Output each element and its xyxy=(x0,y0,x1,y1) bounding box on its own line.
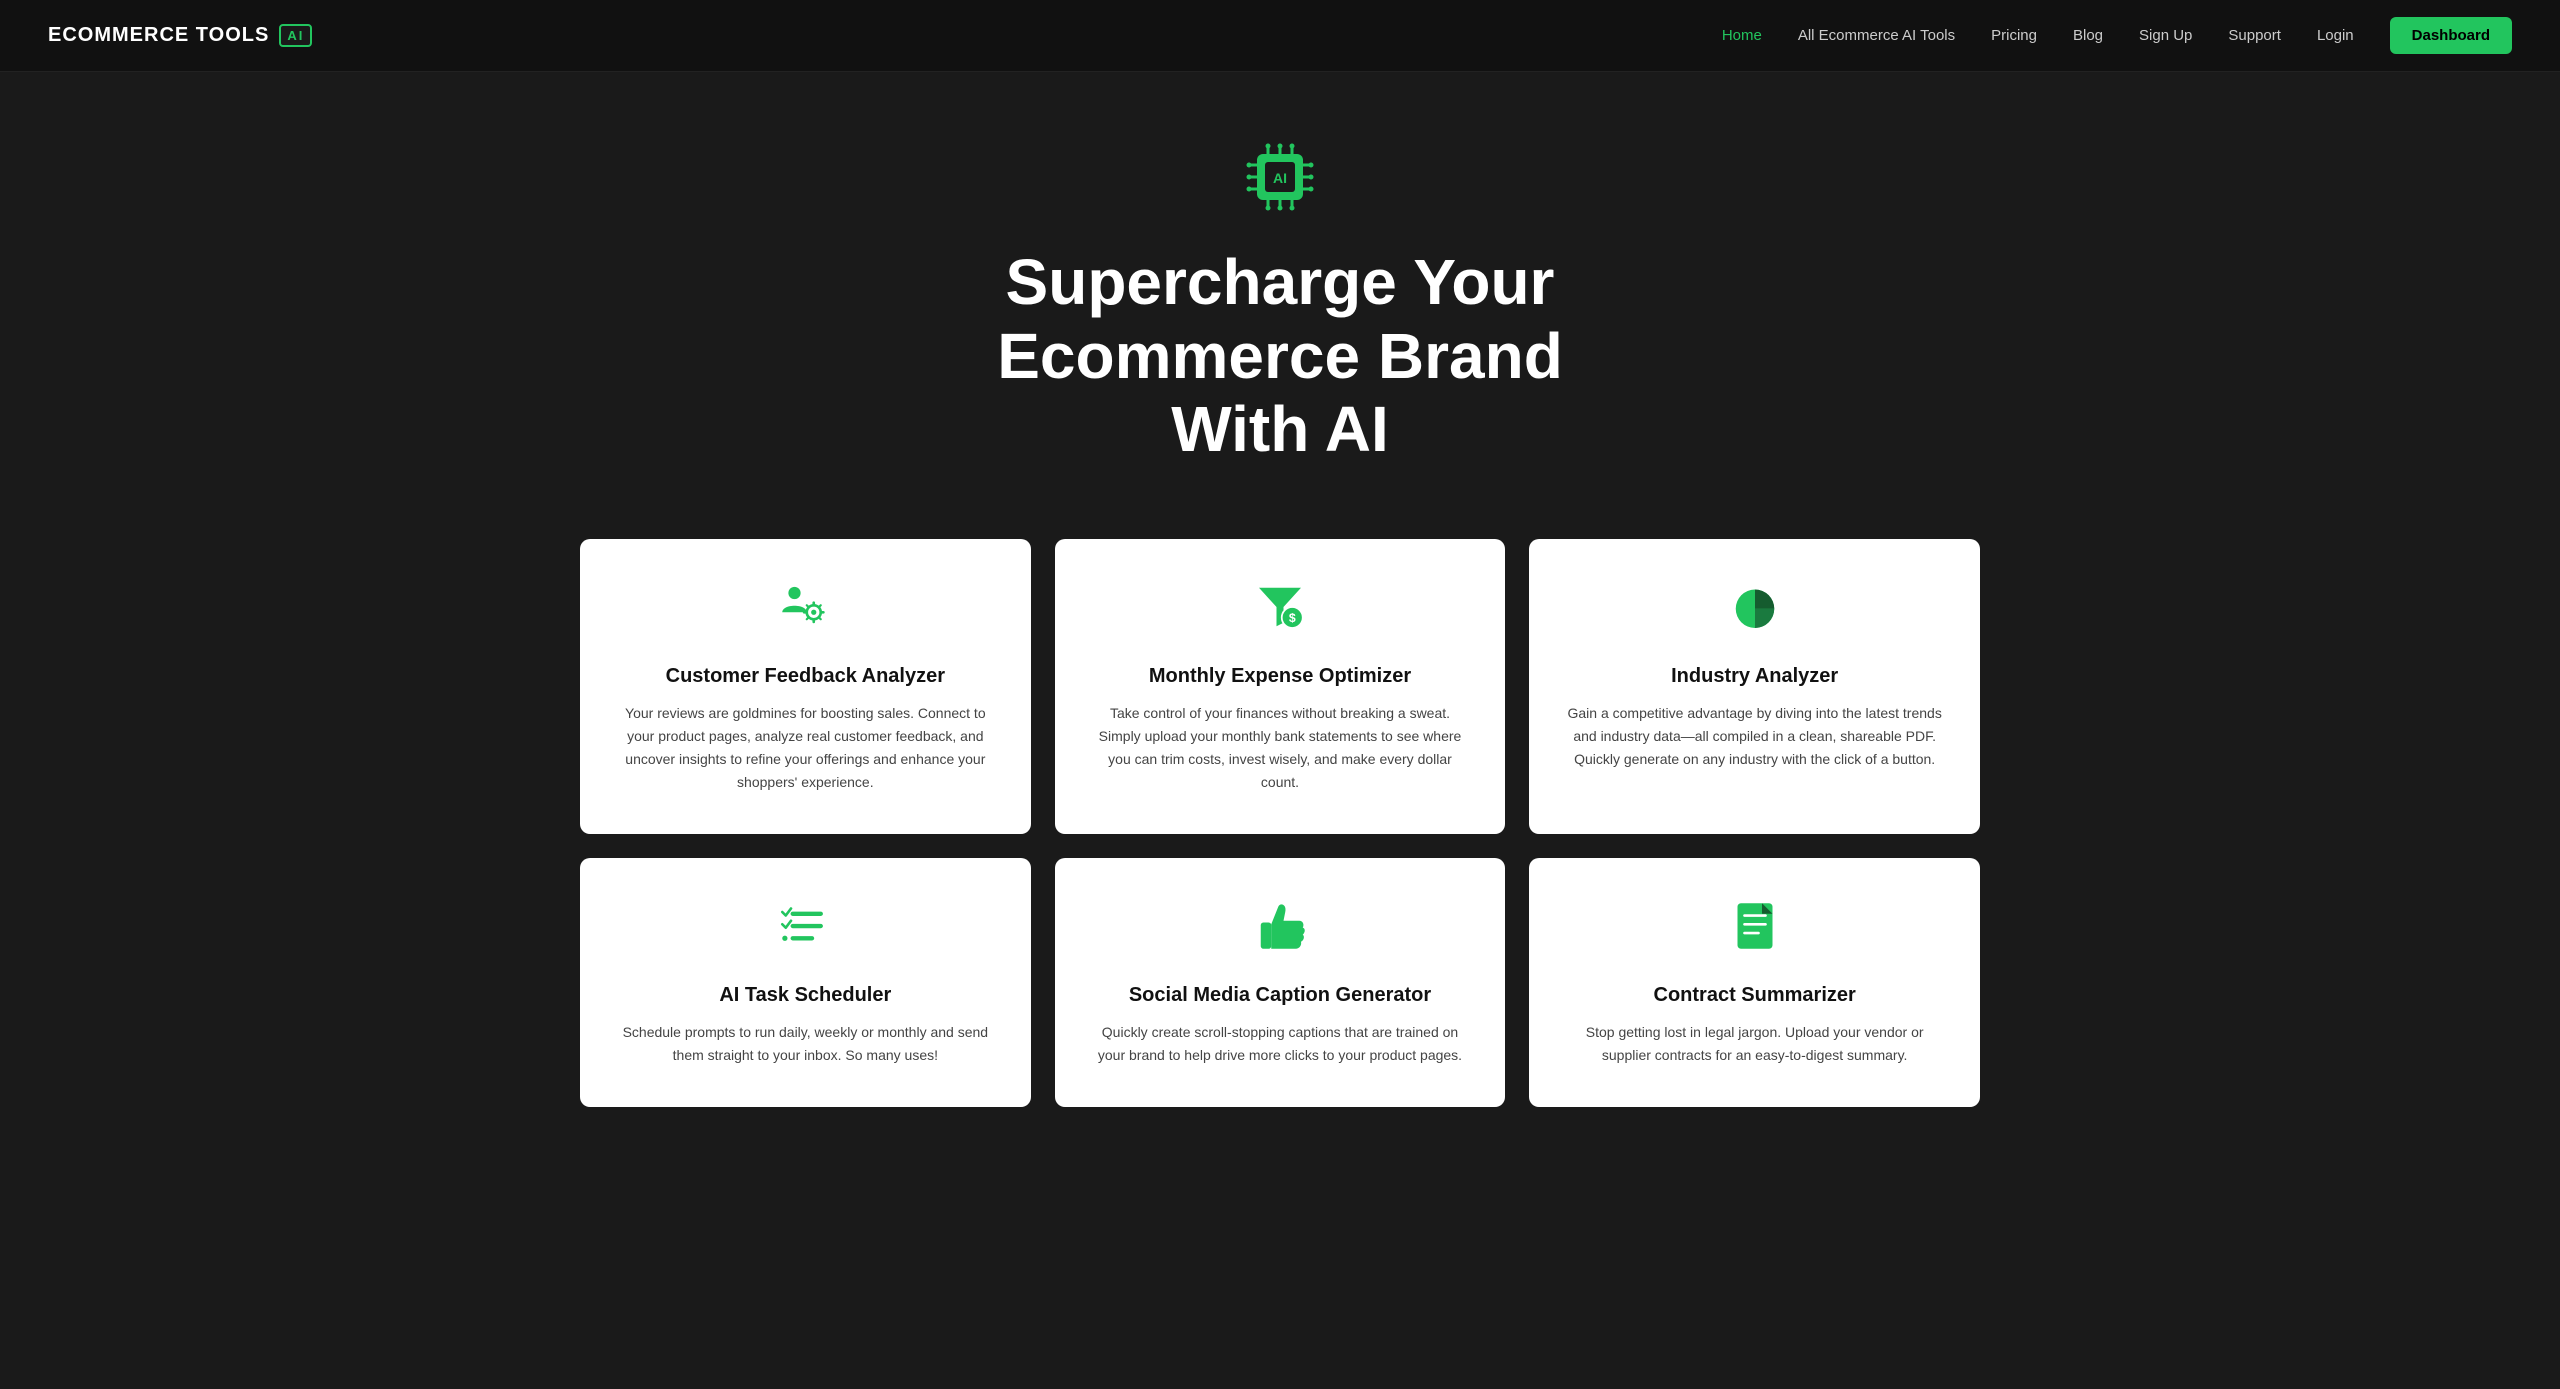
hero-title: Supercharge Your Ecommerce Brand With AI xyxy=(850,246,1710,467)
card-social-media-caption-desc: Quickly create scroll-stopping captions … xyxy=(1091,1021,1470,1067)
hero-section: AI xyxy=(0,72,2560,507)
thumbs-up-icon xyxy=(1252,898,1308,966)
card-contract-summarizer-title: Contract Summarizer xyxy=(1654,984,1856,1007)
logo[interactable]: ECOMMERCE TOOLS AI xyxy=(48,24,312,47)
funnel-dollar-icon: $ xyxy=(1252,579,1308,647)
svg-text:AI: AI xyxy=(1273,170,1287,186)
svg-text:$: $ xyxy=(1289,611,1296,625)
card-customer-feedback: Customer Feedback Analyzer Your reviews … xyxy=(580,539,1031,834)
card-contract-summarizer-desc: Stop getting lost in legal jargon. Uploa… xyxy=(1565,1021,1944,1067)
card-ai-task-scheduler: AI Task Scheduler Schedule prompts to ru… xyxy=(580,858,1031,1107)
card-monthly-expense-title: Monthly Expense Optimizer xyxy=(1149,665,1411,688)
card-monthly-expense: $ Monthly Expense Optimizer Take control… xyxy=(1055,539,1506,834)
nav-signup[interactable]: Sign Up xyxy=(2139,27,2192,44)
ai-chip-icon: AI xyxy=(1235,132,1325,222)
card-customer-feedback-desc: Your reviews are goldmines for boosting … xyxy=(616,702,995,794)
nav-blog[interactable]: Blog xyxy=(2073,27,2103,44)
card-monthly-expense-desc: Take control of your finances without br… xyxy=(1091,702,1470,794)
nav-login[interactable]: Login xyxy=(2317,27,2354,44)
tools-section: Customer Feedback Analyzer Your reviews … xyxy=(0,507,2560,1168)
brand-name: ECOMMERCE TOOLS xyxy=(48,24,269,47)
card-industry-analyzer-desc: Gain a competitive advantage by diving i… xyxy=(1565,702,1944,771)
nav-support[interactable]: Support xyxy=(2228,27,2281,44)
nav-home[interactable]: Home xyxy=(1722,27,1762,44)
dashboard-button[interactable]: Dashboard xyxy=(2390,17,2512,54)
card-ai-task-scheduler-title: AI Task Scheduler xyxy=(719,984,891,1007)
pie-chart-icon xyxy=(1727,579,1783,647)
navigation: ECOMMERCE TOOLS AI Home All Ecommerce AI… xyxy=(0,0,2560,72)
card-social-media-caption-title: Social Media Caption Generator xyxy=(1129,984,1431,1007)
card-customer-feedback-title: Customer Feedback Analyzer xyxy=(666,665,945,688)
nav-pricing[interactable]: Pricing xyxy=(1991,27,2037,44)
card-industry-analyzer-title: Industry Analyzer xyxy=(1671,665,1838,688)
card-social-media-caption: Social Media Caption Generator Quickly c… xyxy=(1055,858,1506,1107)
cards-grid: Customer Feedback Analyzer Your reviews … xyxy=(580,539,1980,1108)
brand-badge: AI xyxy=(279,24,312,47)
checklist-icon xyxy=(777,898,833,966)
card-contract-summarizer: Contract Summarizer Stop getting lost in… xyxy=(1529,858,1980,1107)
card-industry-analyzer: Industry Analyzer Gain a competitive adv… xyxy=(1529,539,1980,834)
card-ai-task-scheduler-desc: Schedule prompts to run daily, weekly or… xyxy=(616,1021,995,1067)
document-lines-icon xyxy=(1727,898,1783,966)
nav-all-tools[interactable]: All Ecommerce AI Tools xyxy=(1798,27,1955,44)
people-gear-icon xyxy=(777,579,833,647)
nav-links: Home All Ecommerce AI Tools Pricing Blog… xyxy=(1722,27,2512,45)
